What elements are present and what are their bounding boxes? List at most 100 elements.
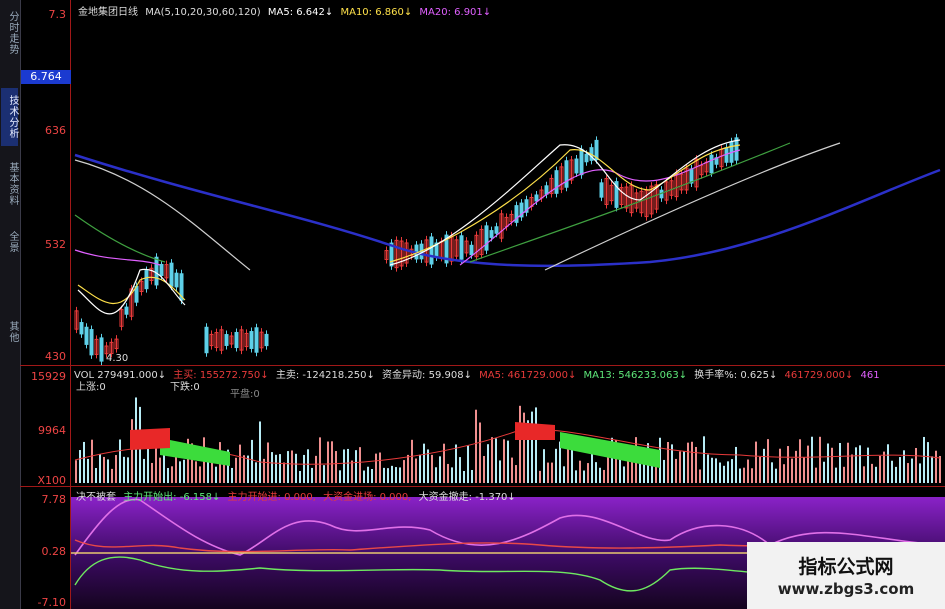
candle-body bbox=[79, 322, 84, 335]
fund-flow-band bbox=[130, 428, 170, 450]
chart-canvas[interactable] bbox=[0, 0, 945, 609]
volume-bar bbox=[151, 462, 153, 483]
candle-body bbox=[459, 235, 464, 260]
volume-bar bbox=[275, 454, 277, 483]
volume-bar bbox=[119, 439, 121, 483]
volume-bar bbox=[891, 460, 893, 483]
indicator-header: 决不被套 主力开始出: -6.158↓ 主力开始进: 0.000, 大资金进场:… bbox=[76, 488, 520, 503]
volume-bar bbox=[719, 462, 721, 483]
volume-bar bbox=[711, 457, 713, 483]
volume-bar bbox=[115, 455, 117, 483]
volume-bar bbox=[271, 452, 273, 483]
volume-bar bbox=[775, 468, 777, 483]
main-in-value: 主力开始出: -6.158↓ bbox=[123, 492, 221, 503]
volume-bar bbox=[371, 469, 373, 483]
volume-bar bbox=[159, 457, 161, 483]
volume-bar bbox=[467, 445, 469, 483]
volume-bar bbox=[403, 460, 405, 483]
volume-bar bbox=[99, 454, 101, 483]
volume-bar bbox=[703, 436, 705, 483]
volume-bar bbox=[867, 447, 869, 483]
volume-bar bbox=[855, 447, 857, 483]
volume-bar bbox=[379, 452, 381, 483]
candle-body bbox=[174, 272, 179, 288]
fund-flow-band bbox=[560, 432, 660, 468]
volume-bar bbox=[87, 458, 89, 483]
main-start-value: 主力开始进: 0.000, bbox=[227, 492, 316, 503]
volume-bar bbox=[687, 442, 689, 483]
volume-bar bbox=[879, 455, 881, 483]
volume-bar bbox=[791, 458, 793, 483]
volume-bar bbox=[931, 456, 933, 483]
volume-bar bbox=[723, 465, 725, 483]
volume-bar bbox=[491, 437, 493, 483]
big-in-value: 大资金进场: 0.000, bbox=[323, 492, 412, 503]
candle-body bbox=[154, 256, 159, 286]
volume-bar bbox=[515, 465, 517, 483]
volume-bar bbox=[471, 469, 473, 483]
ma5-value: MA5: 6.642↓ bbox=[267, 7, 334, 18]
vol-ma13-value: MA13: 546233.063↓ bbox=[583, 370, 688, 381]
volume-bar bbox=[407, 454, 409, 483]
volume-bar bbox=[447, 463, 449, 483]
volume-bar bbox=[363, 470, 365, 483]
volume-bar bbox=[207, 459, 209, 483]
volume-bar bbox=[247, 455, 249, 483]
volume-bar bbox=[287, 451, 289, 483]
volume-bar bbox=[519, 405, 521, 483]
volume-bar bbox=[255, 462, 257, 483]
volume-bar bbox=[91, 439, 93, 483]
volume-bar bbox=[739, 468, 741, 483]
volume-bar bbox=[767, 439, 769, 483]
volume-bar bbox=[427, 449, 429, 483]
volume-bar bbox=[691, 441, 693, 483]
volume-bar bbox=[603, 469, 605, 483]
candle-body bbox=[469, 244, 474, 256]
low-price-annotation: 4.30 bbox=[106, 353, 129, 364]
vol-ma5-value: MA5: 461729.000↓ bbox=[479, 370, 577, 381]
volume-bar bbox=[507, 440, 509, 483]
ma-params[interactable]: MA(5,10,20,30,60,120) bbox=[145, 7, 261, 18]
volume-bar bbox=[183, 459, 185, 483]
volume-bar bbox=[543, 449, 545, 483]
volume-bar bbox=[779, 448, 781, 483]
volume-bar bbox=[531, 411, 533, 483]
volume-bar bbox=[511, 457, 513, 483]
volume-bar bbox=[439, 456, 441, 483]
volume-bar bbox=[83, 441, 85, 483]
big-out-value: 大资金撤走: -1.370↓ bbox=[418, 492, 516, 503]
volume-bar bbox=[387, 468, 389, 483]
indicator-name[interactable]: 决不被套 bbox=[76, 492, 116, 503]
volume-bar bbox=[319, 437, 321, 483]
volume-bar bbox=[663, 459, 665, 483]
volume-bar bbox=[699, 469, 701, 483]
volume-bar bbox=[679, 451, 681, 483]
candle-body bbox=[144, 270, 149, 290]
volume-bar bbox=[871, 463, 873, 483]
volume-bar bbox=[283, 462, 285, 483]
volume-bar bbox=[259, 421, 261, 483]
turnover-value: 换手率%: 0.625↓ bbox=[694, 370, 778, 381]
volume-bar bbox=[483, 455, 485, 483]
volume-bar bbox=[215, 466, 217, 483]
volume-bar bbox=[423, 443, 425, 483]
volume-bar bbox=[591, 449, 593, 483]
volume-bar bbox=[583, 470, 585, 483]
volume-bar bbox=[843, 466, 845, 483]
volume-bar bbox=[103, 456, 105, 483]
volume-bar bbox=[851, 454, 853, 483]
volume-bar bbox=[727, 461, 729, 483]
volume-bar bbox=[667, 441, 669, 483]
ma10-value: MA10: 6.860↓ bbox=[340, 7, 413, 18]
volume-bar bbox=[823, 461, 825, 483]
volume-bar bbox=[675, 458, 677, 483]
volume-bar bbox=[171, 466, 173, 483]
volume-bar bbox=[243, 455, 245, 483]
watermark-title: 指标公式网 bbox=[798, 556, 894, 578]
volume-bar bbox=[451, 467, 453, 483]
volume-bar bbox=[599, 467, 601, 483]
volume-bar bbox=[819, 436, 821, 483]
volume-bar bbox=[299, 470, 301, 483]
fund-change-value: 资金异动: 59.908↓ bbox=[382, 370, 472, 381]
volume-bar bbox=[347, 448, 349, 483]
